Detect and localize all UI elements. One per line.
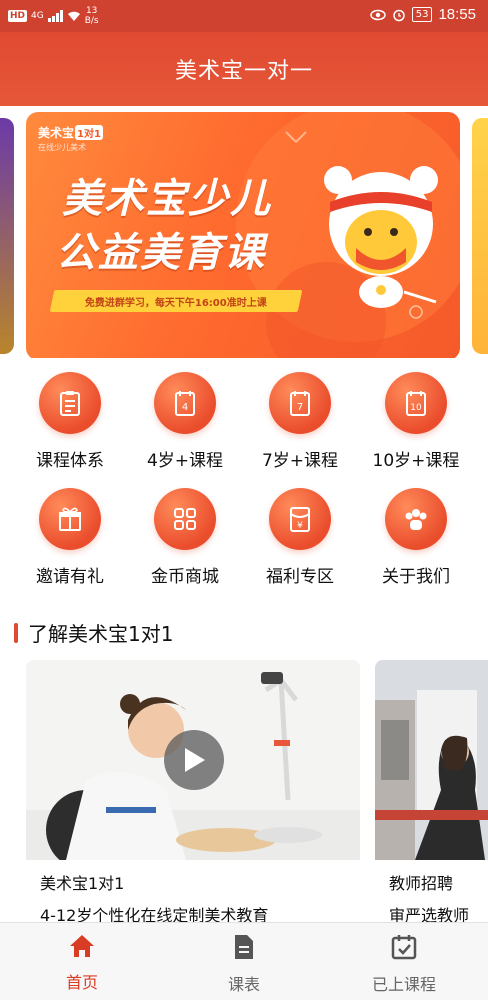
signal-icon [47,10,63,22]
tab-completed-courses[interactable]: 已上课程 [344,933,464,995]
card-desc: 4-12岁个性化在线定制美术教育 [40,906,269,922]
alarm-icon [392,9,405,21]
tab-label: 首页 [65,973,98,992]
app-bar: 美术宝一对一 [0,32,488,106]
grid-label: 10岁+课程 [372,451,460,471]
grid-item-age-4[interactable]: 4 4岁+课程 [125,362,245,472]
banner-logo-sub: 在线少儿美术 [38,143,86,152]
clipboard-icon [39,372,101,434]
video-thumbnail[interactable] [26,660,360,860]
grid-label: 福利专区 [266,567,334,587]
play-button[interactable] [164,730,224,790]
quick-entry-grid: 课程体系 4 4岁+课程 7 7岁+课程 10 10岁+课程 邀请有礼 金币商城… [0,362,488,592]
teacher-image [375,660,488,860]
calendar-10-icon: 10 [385,372,447,434]
bear-mascot-icon [324,166,438,308]
tab-label: 课表 [227,975,260,994]
banner-logo-badge: 1对1 [75,125,103,140]
banner-carousel[interactable]: 美术宝 1对1 在线少儿美术 美术宝少儿 公益美育课 免费进群学习，每天下午16:… [0,106,488,358]
banner-logo: 美术宝 1对1 [38,124,103,141]
apps-grid-icon [154,488,216,550]
red-envelope-icon: ¥ [269,488,331,550]
tab-home[interactable]: 首页 [22,933,142,993]
play-icon [185,748,205,772]
banner-slide[interactable]: 美术宝 1对1 在线少儿美术 美术宝少儿 公益美育课 免费进群学习，每天下午16:… [26,112,460,358]
status-bar: HD 4G 13 B/s 53 18:55 [0,0,488,32]
card-desc: 审严选教师 [389,906,470,922]
calendar-7-icon: 7 [269,372,331,434]
gift-icon [39,488,101,550]
video-card-list[interactable]: 美术宝1对1 4-12岁个性化在线定制美术教育 教师招聘 审严选教师 [0,660,488,922]
grid-label: 金币商城 [151,567,219,587]
battery-icon: 53 [411,7,433,22]
grid-item-welfare[interactable]: ¥ 福利专区 [240,478,360,588]
grid-label: 4岁+课程 [146,451,224,471]
grid-item-about[interactable]: 关于我们 [356,478,476,588]
calendar-num: 10 [410,403,422,413]
card-title: 教师招聘 [389,874,454,893]
banner-next-slide[interactable] [472,118,488,354]
network-type: 4G [31,11,44,21]
calendar-num: 4 [182,402,188,413]
people-icon [385,488,447,550]
home-icon [70,935,94,957]
banner-headline-1: 美术宝少儿 [62,176,272,222]
hd-indicator: HD [8,10,28,22]
wifi-icon [67,11,80,21]
calendar-4-icon: 4 [154,372,216,434]
net-speed-unit: B/s [84,16,99,26]
eye-icon [369,9,386,20]
net-speed-value: 13 [85,6,98,16]
tab-label: 已上课程 [371,975,436,994]
bottom-tab-bar: 首页 课表 已上课程 [0,922,488,1000]
document-icon [235,935,253,959]
grid-item-coin-mall[interactable]: 金币商城 [125,478,245,588]
banner-logo-text: 美术宝 [38,126,75,140]
banner-strip-text: 免费进群学习，每天下午16:00准时上课 [85,297,267,309]
clock: 18:55 [438,6,476,23]
video-thumbnail[interactable] [375,660,488,860]
grid-label: 课程体系 [36,451,104,471]
grid-item-invite[interactable]: 邀请有礼 [10,478,130,588]
card-title: 美术宝1对1 [40,874,125,893]
net-speed: 13 B/s [85,6,99,26]
svg-text:¥: ¥ [297,521,303,531]
grid-item-course-system[interactable]: 课程体系 [10,362,130,472]
calendar-num: 7 [297,402,303,413]
video-card[interactable]: 美术宝1对1 4-12岁个性化在线定制美术教育 [26,660,360,922]
section-header: 了解美术宝1对1 [14,618,173,647]
section-title: 了解美术宝1对1 [28,622,174,646]
grid-item-age-10[interactable]: 10 10岁+课程 [356,362,476,472]
grid-label: 关于我们 [382,567,450,587]
section-accent-bar [14,622,18,643]
calendar-check-icon [391,935,417,960]
banner-prev-slide[interactable] [0,118,14,354]
grid-label: 邀请有礼 [36,567,104,587]
grid-item-age-7[interactable]: 7 7岁+课程 [240,362,360,472]
banner-strip: 免费进群学习，每天下午16:00准时上课 [49,290,303,312]
banner-headline-2: 公益美育课 [56,230,266,276]
page-title: 美术宝一对一 [174,59,313,84]
video-card[interactable]: 教师招聘 审严选教师 [375,660,488,922]
tab-schedule[interactable]: 课表 [184,933,304,995]
grid-label: 7岁+课程 [261,451,339,471]
